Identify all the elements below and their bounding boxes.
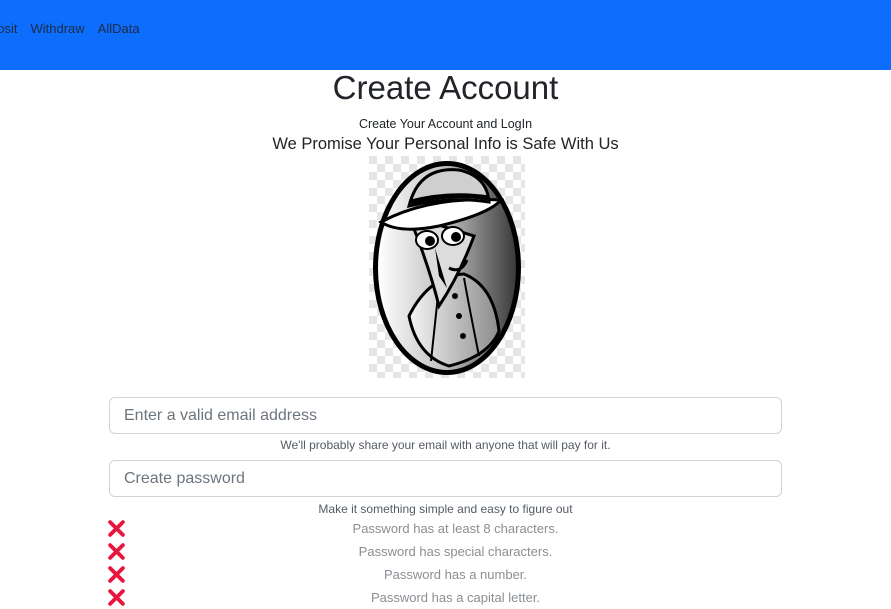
password-rule-special: Password has special characters. <box>0 543 891 563</box>
password-rule-text: Password has at least 8 characters. <box>352 521 559 536</box>
password-rule-text: Password has a number. <box>383 567 528 582</box>
nav-link-alldata[interactable]: AllData <box>98 21 140 36</box>
password-field[interactable] <box>109 460 782 497</box>
password-rule-number: Password has a number. <box>0 566 891 586</box>
nav-links: posit Withdraw AllData <box>0 21 140 36</box>
page-title: Create Account <box>332 69 559 106</box>
email-field[interactable] <box>109 397 782 434</box>
privacy-promise: We Promise Your Personal Info is Safe Wi… <box>272 135 619 153</box>
nav-link-withdraw[interactable]: Withdraw <box>30 21 84 36</box>
page-subtitle: Create Your Account and LogIn <box>358 117 533 131</box>
navbar: posit Withdraw AllData <box>0 0 891 70</box>
email-help-text: We'll probably share your email with any… <box>280 438 611 452</box>
password-rule-capital: Password has a capital letter. <box>0 589 891 609</box>
password-rule-length: Password has at least 8 characters. <box>0 520 891 540</box>
spy-illustration <box>369 156 525 378</box>
nav-link-deposit[interactable]: posit <box>0 21 17 36</box>
password-help-text: Make it something simple and easy to fig… <box>318 502 573 516</box>
password-rule-text: Password has a capital letter. <box>370 590 541 605</box>
password-rule-text: Password has special characters. <box>358 544 553 559</box>
